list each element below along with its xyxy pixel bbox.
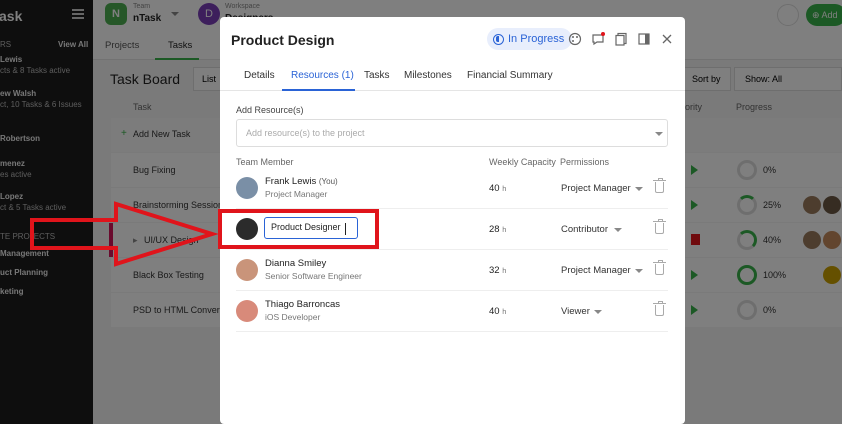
permission-value: Project Manager	[561, 183, 631, 194]
weekly-capacity[interactable]: 40 h	[489, 306, 506, 317]
delete-icon[interactable]	[653, 301, 666, 316]
status-label: In Progress	[508, 33, 565, 45]
chevron-down-icon[interactable]	[635, 269, 643, 273]
tab-resources[interactable]: Resources (1)	[291, 70, 354, 81]
active-tab-underline	[282, 89, 355, 91]
weekly-capacity[interactable]: 32 h	[489, 265, 506, 276]
capacity-unit: h	[502, 307, 507, 316]
delete-icon[interactable]	[653, 178, 666, 193]
copy-icon[interactable]	[614, 32, 628, 46]
column-header-capacity: Weekly Capacity	[489, 157, 556, 167]
capacity-value: 28	[489, 224, 500, 235]
chevron-down-icon[interactable]	[614, 228, 622, 232]
member-name: Frank Lewis (You)	[265, 176, 338, 187]
avatar	[236, 177, 258, 199]
status-badge[interactable]: In Progress	[487, 28, 573, 50]
you-tag: (You)	[318, 177, 338, 186]
permission-dropdown[interactable]: Project Manager	[561, 183, 631, 194]
member-row: Frank Lewis (You) Project Manager 40 h P…	[236, 168, 668, 209]
weekly-capacity[interactable]: 40 h	[489, 183, 506, 194]
permission-value: Contributor	[561, 224, 608, 235]
capacity-value: 40	[489, 306, 500, 317]
permission-value: Viewer	[561, 306, 590, 317]
tab-details[interactable]: Details	[244, 70, 275, 81]
chevron-down-icon[interactable]	[655, 132, 663, 136]
tab-financial-summary[interactable]: Financial Summary	[467, 70, 553, 81]
column-header-member: Team Member	[236, 157, 294, 167]
tab-tasks[interactable]: Tasks	[364, 70, 390, 81]
comment-icon[interactable]	[591, 32, 605, 46]
delete-icon[interactable]	[653, 260, 666, 275]
member-role[interactable]: Project Manager	[265, 189, 327, 199]
add-resources-placeholder: Add resource(s) to the project	[246, 128, 365, 138]
palette-icon[interactable]	[568, 32, 582, 46]
member-row: Thiago Barroncas iOS Developer 40 h View…	[236, 291, 668, 332]
capacity-unit: h	[502, 266, 507, 275]
permission-value: Project Manager	[561, 265, 631, 276]
modal-tabs: Details Resources (1) Tasks Milestones F…	[220, 63, 685, 91]
tab-milestones[interactable]: Milestones	[404, 70, 452, 81]
close-icon[interactable]	[660, 32, 674, 46]
add-resources-select[interactable]: Add resource(s) to the project	[236, 119, 668, 147]
add-resources-label: Add Resource(s)	[236, 105, 304, 115]
capacity-unit: h	[502, 225, 507, 234]
in-progress-icon	[493, 33, 504, 45]
member-row: Dianna Smiley Senior Software Engineer 3…	[236, 250, 668, 291]
annotation-highlight-box	[218, 209, 379, 249]
capacity-value: 40	[489, 183, 500, 194]
member-role[interactable]: Senior Software Engineer	[265, 271, 362, 281]
member-name: Dianna Smiley	[265, 258, 327, 269]
permission-dropdown[interactable]: Project Manager	[561, 265, 631, 276]
capacity-value: 32	[489, 265, 500, 276]
chevron-down-icon[interactable]	[594, 310, 602, 314]
permission-dropdown[interactable]: Viewer	[561, 306, 590, 317]
modal-title: Product Design	[231, 32, 335, 48]
weekly-capacity[interactable]: 28 h	[489, 224, 506, 235]
member-name-text: Frank Lewis	[265, 176, 317, 187]
member-name: Thiago Barroncas	[265, 299, 340, 310]
member-role[interactable]: iOS Developer	[265, 312, 320, 322]
delete-icon[interactable]	[653, 219, 666, 234]
chevron-down-icon[interactable]	[635, 187, 643, 191]
capacity-unit: h	[502, 184, 507, 193]
annotation-arrow-icon	[30, 201, 218, 267]
avatar	[236, 259, 258, 281]
avatar	[236, 300, 258, 322]
permission-dropdown[interactable]: Contributor	[561, 224, 608, 235]
column-header-permissions: Permissions	[560, 157, 610, 167]
panel-icon[interactable]	[637, 32, 651, 46]
